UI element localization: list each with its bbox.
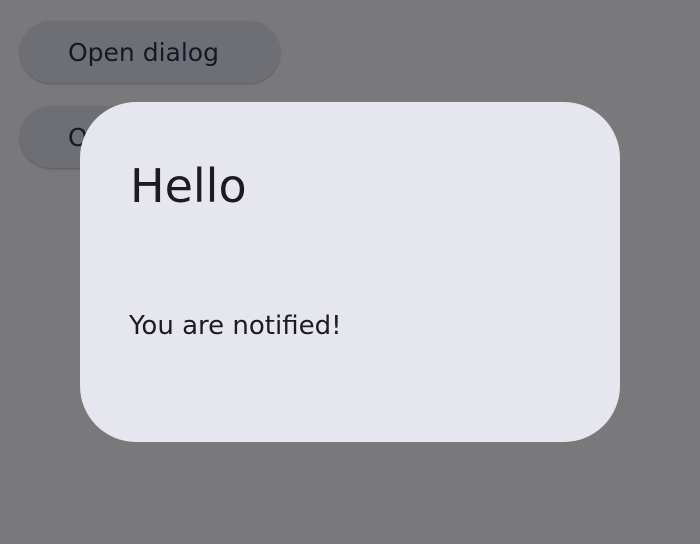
dialog-title: Hello xyxy=(130,159,247,213)
notification-dialog: Hello You are notified! xyxy=(80,102,620,442)
dialog-message: You are notified! xyxy=(129,311,342,341)
app-page: Open dialog Open dialog Hello You are no… xyxy=(0,0,700,544)
